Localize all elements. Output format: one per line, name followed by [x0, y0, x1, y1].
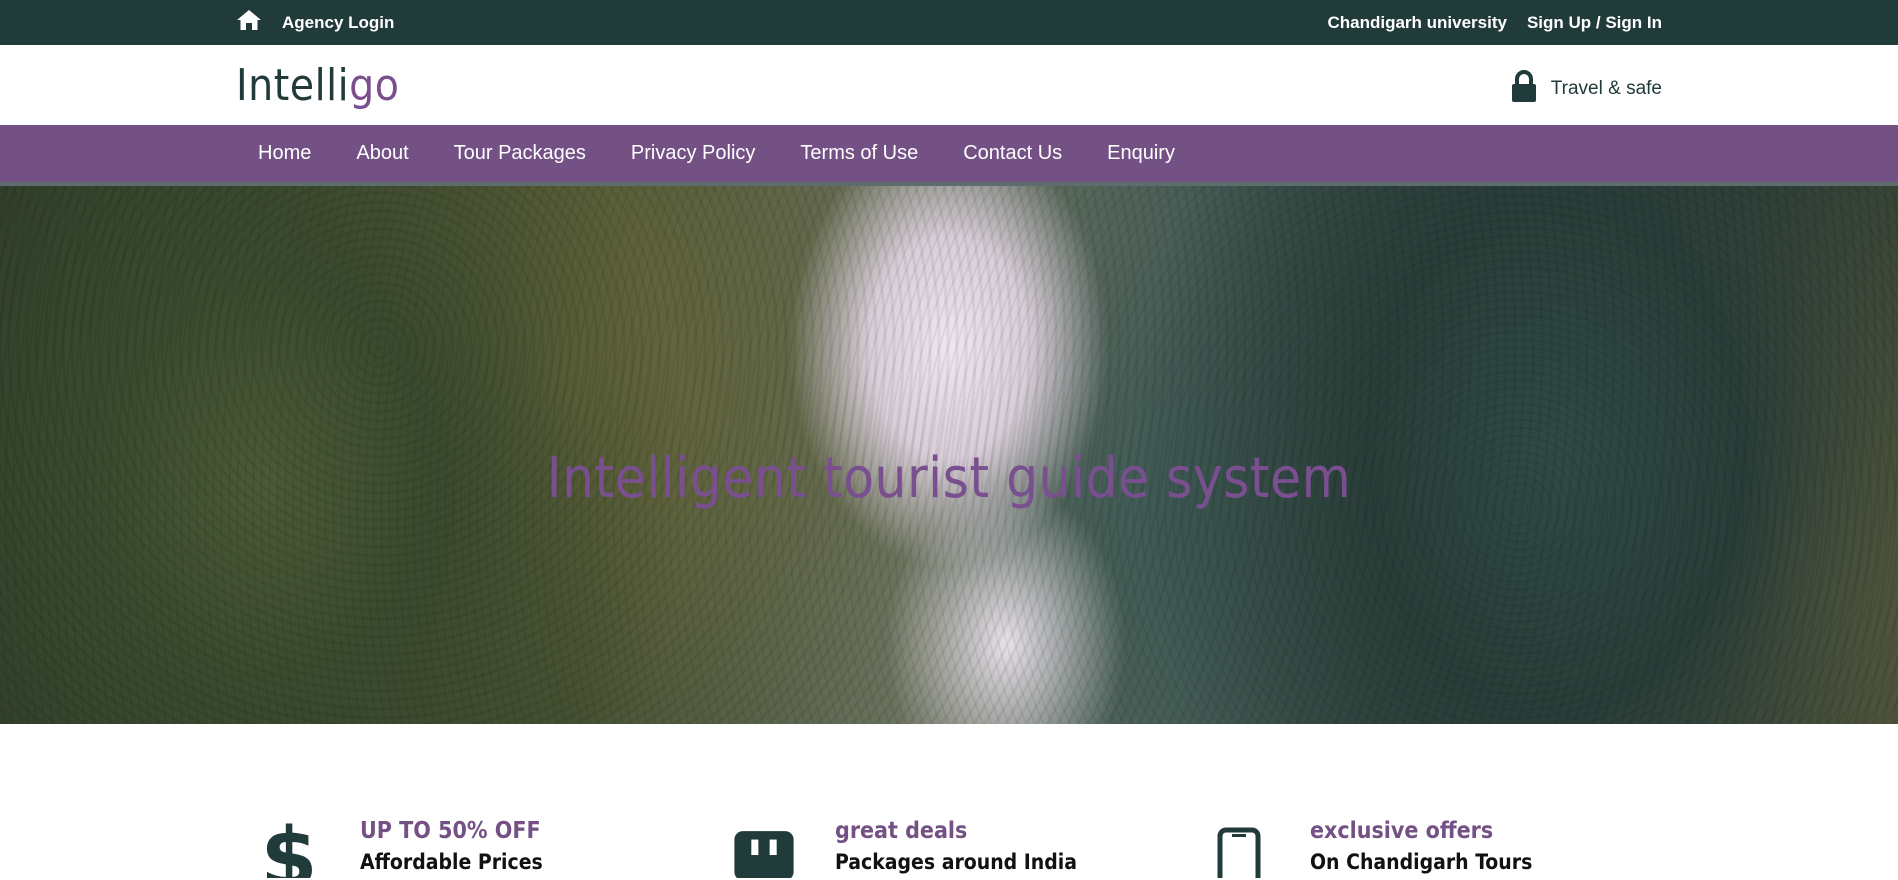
secure-badge: Travel & safe	[1511, 70, 1662, 108]
logo-accent-text: go	[349, 59, 400, 111]
feature-subtitle: Packages around India	[835, 850, 1077, 874]
nav-item-privacy-policy[interactable]: Privacy Policy	[631, 142, 755, 165]
dollar-icon: $	[258, 818, 320, 878]
svg-text:$: $	[261, 818, 317, 878]
header: Intelligo Travel & safe	[0, 45, 1898, 125]
nav-item-about[interactable]: About	[356, 142, 408, 165]
university-link[interactable]: Chandigarh university	[1327, 13, 1506, 33]
feature-subtitle: Affordable Prices	[360, 850, 543, 874]
site-logo[interactable]: Intelligo	[236, 60, 400, 111]
nav-item-tour-packages[interactable]: Tour Packages	[454, 142, 586, 165]
briefcase-icon	[733, 818, 795, 878]
signup-signin-link[interactable]: Sign Up / Sign In	[1527, 13, 1662, 33]
nav-item-contact-us[interactable]: Contact Us	[963, 142, 1062, 165]
feature-title: exclusive offers	[1310, 818, 1494, 844]
feature-title: great deals	[835, 818, 968, 844]
hero-banner: Intelligent tourist guide system	[0, 182, 1898, 724]
feature-item: great deals Packages around India	[711, 818, 1186, 880]
hero-title: Intelligent tourist guide system	[546, 446, 1352, 511]
nav-item-terms-of-use[interactable]: Terms of Use	[800, 142, 918, 165]
agency-login-link[interactable]: Agency Login	[282, 13, 394, 33]
top-bar: Agency Login Chandigarh university Sign …	[0, 0, 1898, 45]
nav-item-enquiry[interactable]: Enquiry	[1107, 142, 1175, 165]
feature-item: exclusive offers On Chandigarh Tours	[1186, 818, 1661, 880]
feature-item: $ UP TO 50% OFF Affordable Prices	[236, 818, 711, 880]
features-section: $ UP TO 50% OFF Affordable Prices great …	[0, 724, 1898, 880]
home-icon[interactable]	[236, 8, 262, 37]
lock-icon	[1511, 70, 1537, 108]
feature-subtitle: On Chandigarh Tours	[1310, 850, 1533, 874]
main-nav: Home About Tour Packages Privacy Policy …	[0, 125, 1898, 182]
mobile-icon	[1208, 818, 1270, 878]
feature-title: UP TO 50% OFF	[360, 818, 541, 844]
nav-item-home[interactable]: Home	[258, 142, 311, 165]
logo-main-text: Intelli	[236, 59, 350, 111]
secure-text: Travel & safe	[1550, 78, 1662, 99]
